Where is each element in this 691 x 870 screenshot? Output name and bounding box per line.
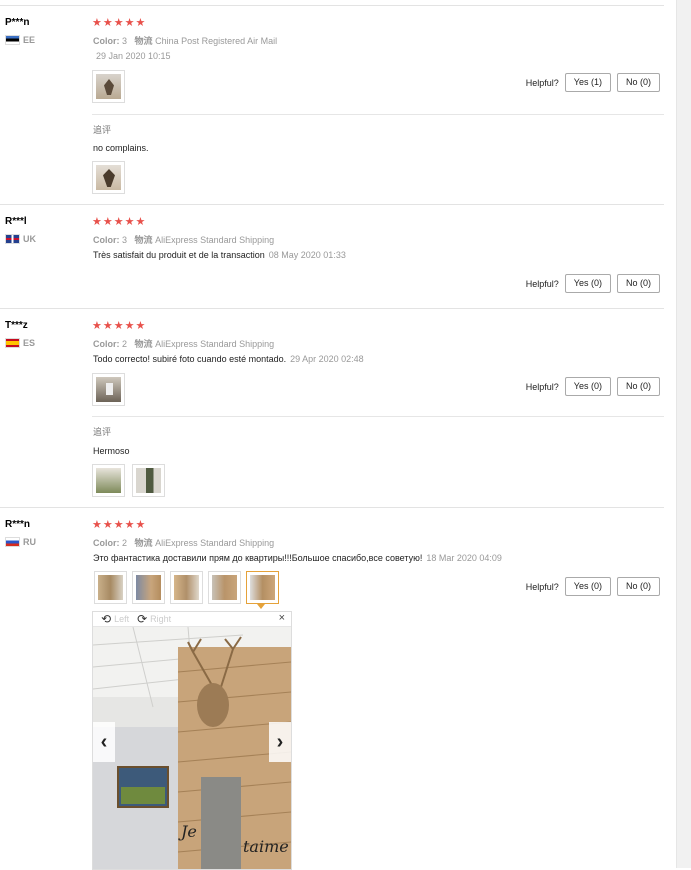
close-icon[interactable]: × xyxy=(279,612,285,624)
star-rating: ★★★★★ xyxy=(92,216,147,228)
rotate-left-button[interactable]: ⟲ Left xyxy=(101,612,129,626)
helpful-label: Helpful? xyxy=(525,77,559,88)
divider xyxy=(92,114,664,115)
helpful-no-button[interactable]: No (0) xyxy=(616,73,660,92)
reviewer-name: P***n xyxy=(5,17,30,28)
review-date: 08 May 2020 01:33 xyxy=(268,250,346,260)
flag-uk-icon xyxy=(5,234,20,244)
reviewer-country: UK xyxy=(5,234,36,244)
flag-ee-icon xyxy=(5,35,20,45)
helpful-row: Helpful? Yes (1) No (0) xyxy=(526,73,660,92)
review-meta: Color: 3 物流 China Post Registered Air Ma… xyxy=(93,36,278,46)
additional-review-text: no complains. xyxy=(93,143,149,153)
review-date: 18 Mar 2020 04:09 xyxy=(426,553,502,563)
review-photo-thumb[interactable] xyxy=(92,70,125,103)
rotate-right-button[interactable]: ⟳ Right xyxy=(137,612,171,626)
additional-review-text: Hermoso xyxy=(93,446,130,456)
additional-review-label: 追评 xyxy=(93,125,112,135)
review-text: Это фантастика доставили прям до квартир… xyxy=(93,553,502,563)
viewer-photo: Je taime xyxy=(93,627,291,869)
additional-review-label: 追评 xyxy=(93,427,112,437)
additional-photo-thumb[interactable] xyxy=(92,161,125,194)
helpful-yes-button[interactable]: Yes (0) xyxy=(564,577,611,596)
review-meta: Color: 2 物流 AliExpress Standard Shipping xyxy=(93,339,275,349)
additional-photo-thumb[interactable] xyxy=(132,464,165,497)
active-thumb-caret xyxy=(257,604,265,609)
helpful-yes-button[interactable]: Yes (0) xyxy=(564,274,611,293)
helpful-row: Helpful? Yes (0) No (0) xyxy=(526,377,660,396)
review-item: T***z ES ★★★★★ Color: 2 物流 AliExpress St… xyxy=(0,308,664,508)
review-photo-thumb[interactable] xyxy=(208,571,241,604)
prev-photo-button[interactable]: ‹ xyxy=(93,722,115,762)
review-meta: Color: 3 物流 AliExpress Standard Shipping xyxy=(93,235,275,245)
review-date: 29 Jan 2020 10:15 xyxy=(96,51,171,61)
review-date: 29 Apr 2020 02:48 xyxy=(290,354,364,364)
page-scrollbar[interactable] xyxy=(676,0,691,868)
star-rating: ★★★★★ xyxy=(92,320,147,332)
review-photo-thumb[interactable] xyxy=(94,571,127,604)
country-code: EE xyxy=(23,35,36,45)
reviewer-country: RU xyxy=(5,537,36,547)
reviewer-country: ES xyxy=(5,338,35,348)
svg-text:Je: Je xyxy=(178,822,197,841)
divider xyxy=(92,416,664,417)
flag-ru-icon xyxy=(5,537,20,547)
country-code: ES xyxy=(23,338,36,348)
helpful-no-button[interactable]: No (0) xyxy=(616,274,660,293)
country-code: UK xyxy=(23,234,36,244)
review-photo-thumb[interactable] xyxy=(132,571,165,604)
helpful-no-button[interactable]: No (0) xyxy=(616,377,660,396)
viewer-toolbar: ⟲ Left ⟳ Right × xyxy=(93,612,291,627)
review-photo-thumb[interactable] xyxy=(170,571,203,604)
helpful-label: Helpful? xyxy=(525,581,559,592)
helpful-no-button[interactable]: No (0) xyxy=(616,577,660,596)
star-rating: ★★★★★ xyxy=(92,17,147,29)
review-text: Très satisfait du produit et de la trans… xyxy=(93,250,346,260)
helpful-yes-button[interactable]: Yes (1) xyxy=(564,73,611,92)
helpful-label: Helpful? xyxy=(525,278,559,289)
helpful-row: Helpful? Yes (0) No (0) xyxy=(526,274,660,293)
rotate-right-icon: ⟳ xyxy=(137,612,148,626)
reviewer-name: R***l xyxy=(5,216,27,227)
star-rating: ★★★★★ xyxy=(92,519,147,531)
next-photo-button[interactable]: › xyxy=(269,722,291,762)
reviewer-name: R***n xyxy=(5,519,31,530)
reviewer-country: EE xyxy=(5,35,35,45)
review-text: Todo correcto! subiré foto cuando esté m… xyxy=(93,354,364,364)
rotate-left-icon: ⟲ xyxy=(101,612,112,626)
rotate-left-label: Left xyxy=(114,614,130,624)
photo-viewer: ⟲ Left ⟳ Right × Je taime ‹ › xyxy=(92,611,292,870)
review-item: R***l UK ★★★★★ Color: 3 物流 AliExpress St… xyxy=(0,204,664,309)
additional-photo-thumb[interactable] xyxy=(92,464,125,497)
helpful-label: Helpful? xyxy=(525,381,559,392)
review-meta: Color: 2 物流 AliExpress Standard Shipping xyxy=(93,538,275,548)
rotate-right-label: Right xyxy=(150,614,172,624)
country-code: RU xyxy=(23,537,36,547)
review-photo-thumb[interactable] xyxy=(92,373,125,406)
helpful-yes-button[interactable]: Yes (0) xyxy=(564,377,611,396)
review-item: P***n EE ★★★★★ Color: 3 物流 China Post Re… xyxy=(0,5,664,205)
review-photo-thumb-active[interactable] xyxy=(246,571,279,604)
svg-text:taime: taime xyxy=(243,837,289,856)
helpful-row: Helpful? Yes (0) No (0) xyxy=(526,577,660,596)
flag-es-icon xyxy=(5,338,20,348)
reviewer-name: T***z xyxy=(5,320,28,331)
